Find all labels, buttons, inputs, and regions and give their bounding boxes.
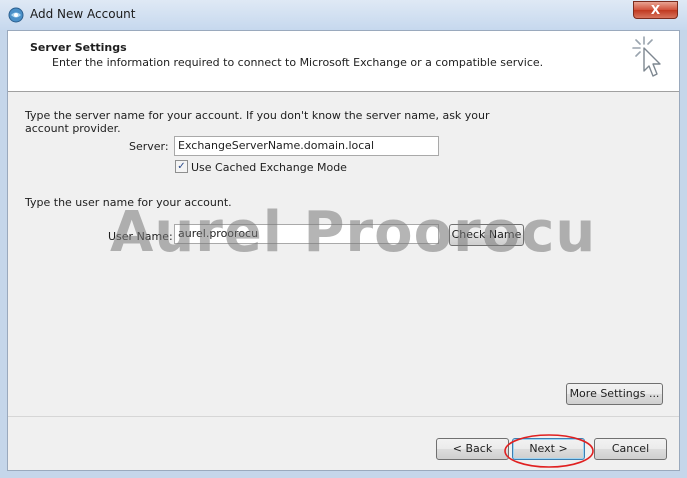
cached-mode-checkbox[interactable]: ✓ xyxy=(175,160,188,173)
server-instruction: Type the server name for your account. I… xyxy=(25,109,490,122)
server-instruction-cont: account provider. xyxy=(25,122,121,135)
title-bar[interactable]: Add New Account X xyxy=(0,0,687,30)
page-title: Server Settings xyxy=(30,41,127,54)
annotation-circle xyxy=(504,434,594,468)
server-label: Server: xyxy=(129,140,169,153)
server-input[interactable]: ExchangeServerName.domain.local xyxy=(174,136,439,156)
footer-divider xyxy=(8,416,679,417)
dialog-window: Add New Account X Server Settings Enter … xyxy=(0,0,687,478)
wizard-header: Server Settings Enter the information re… xyxy=(8,31,679,92)
outlook-account-icon xyxy=(8,7,24,23)
more-settings-button[interactable]: More Settings ... xyxy=(566,383,663,405)
watermark-text: Aurel Proorocu xyxy=(110,200,597,265)
window-title: Add New Account xyxy=(30,7,136,21)
close-button[interactable]: X xyxy=(633,1,678,19)
back-button[interactable]: < Back xyxy=(436,438,509,460)
cached-mode-label: Use Cached Exchange Mode xyxy=(191,161,347,174)
cancel-button[interactable]: Cancel xyxy=(594,438,667,460)
close-icon: X xyxy=(650,3,661,17)
wizard-cursor-icon xyxy=(632,36,661,77)
page-subtitle: Enter the information required to connec… xyxy=(52,56,544,69)
